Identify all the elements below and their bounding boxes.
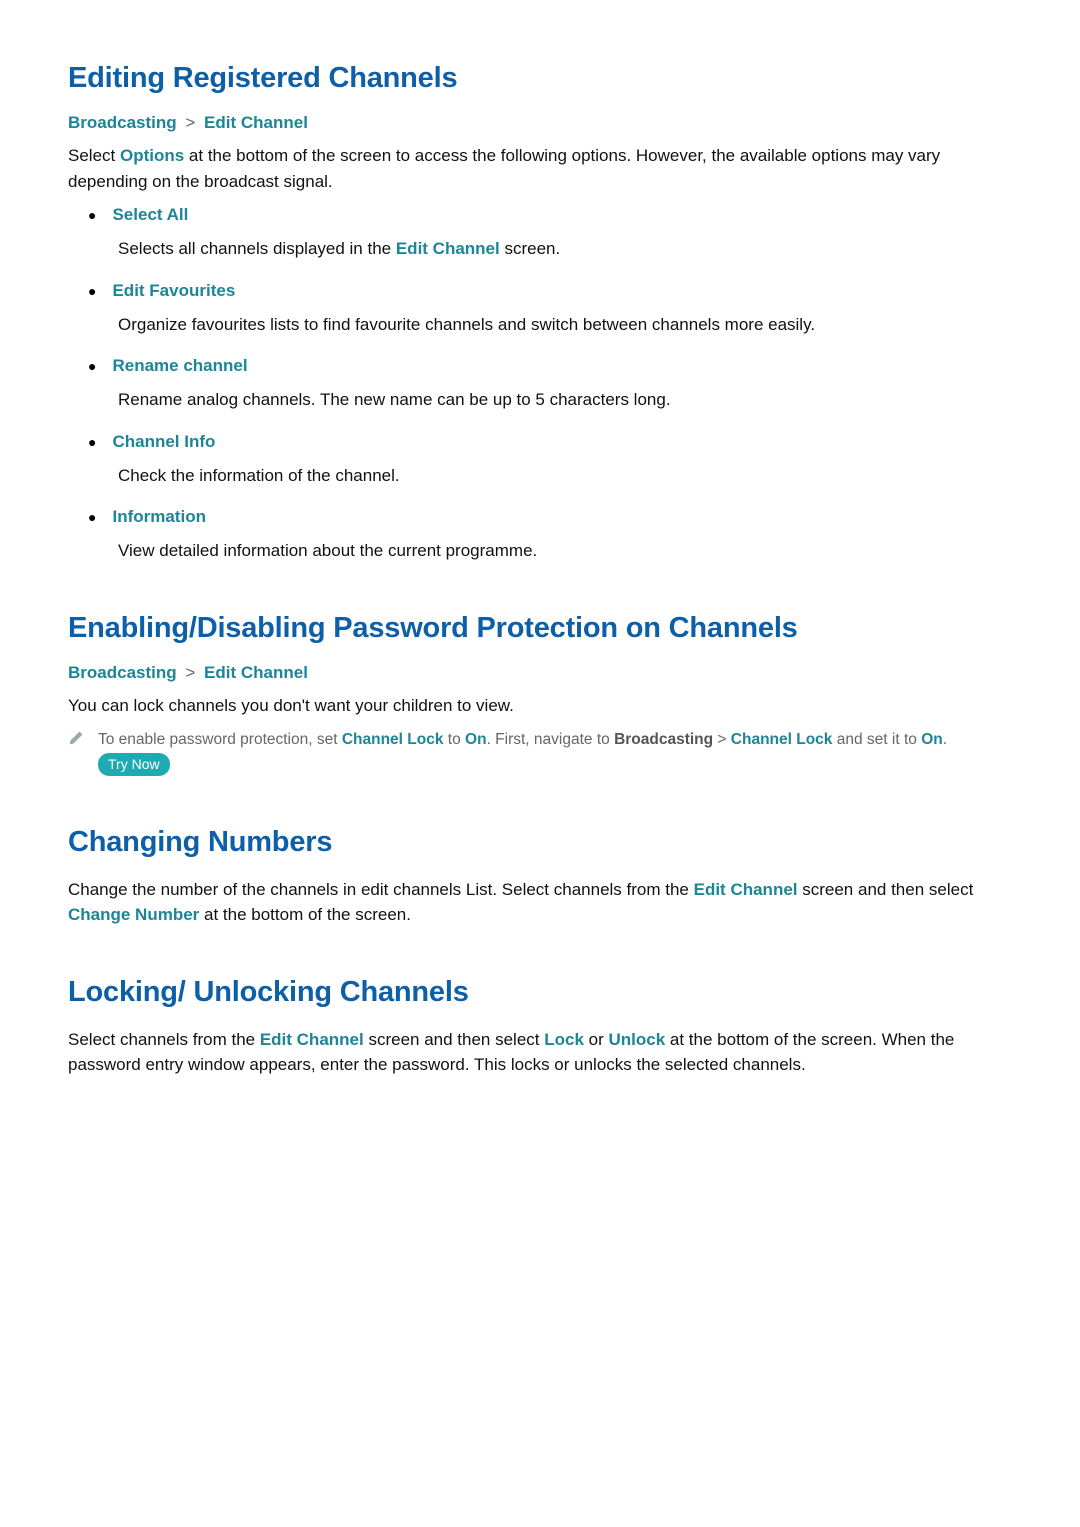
list-item: ● Rename channel Rename analog channels.… (88, 355, 1012, 413)
option-description: Check the information of the channel. (88, 463, 1012, 489)
note-text: To enable password protection, set Chann… (98, 728, 1012, 778)
option-description: Rename analog channels. The new name can… (88, 387, 1012, 413)
keyword-options: Options (120, 146, 184, 165)
bullet-icon: ● (88, 355, 96, 377)
list-item: ● Channel Info Check the information of … (88, 431, 1012, 489)
breadcrumb: Broadcasting > Edit Channel (68, 113, 1012, 133)
option-title: Select All (112, 205, 188, 225)
breadcrumb-item: Broadcasting (68, 113, 177, 132)
option-title: Channel Info (112, 432, 215, 452)
option-description: Organize favourites lists to find favour… (88, 312, 1012, 338)
section-password-protection: Enabling/Disabling Password Protection o… (68, 612, 1012, 778)
intro-text: Select Options at the bottom of the scre… (68, 143, 1012, 194)
list-item: ● Select All Selects all channels displa… (88, 204, 1012, 262)
option-title: Rename channel (112, 356, 247, 376)
option-description: Selects all channels displayed in the Ed… (88, 236, 1012, 262)
section-editing-registered-channels: Editing Registered Channels Broadcasting… (68, 62, 1012, 564)
bullet-icon: ● (88, 506, 96, 528)
chevron-right-icon: > (181, 663, 199, 682)
heading: Locking/ Unlocking Channels (68, 976, 1012, 1009)
bullet-icon: ● (88, 280, 96, 302)
breadcrumb-item: Edit Channel (204, 663, 308, 682)
intro-text: You can lock channels you don't want you… (68, 693, 1012, 719)
option-description: View detailed information about the curr… (88, 538, 1012, 564)
body-text: Select channels from the Edit Channel sc… (68, 1027, 1012, 1078)
list-item: ● Edit Favourites Organize favourites li… (88, 280, 1012, 338)
option-title: Edit Favourites (112, 281, 235, 301)
pencil-icon (68, 730, 84, 750)
heading: Editing Registered Channels (68, 62, 1012, 95)
heading: Changing Numbers (68, 826, 1012, 859)
option-title: Information (112, 507, 206, 527)
heading: Enabling/Disabling Password Protection o… (68, 612, 1012, 645)
bullet-icon: ● (88, 204, 96, 226)
bullet-icon: ● (88, 431, 96, 453)
options-list: ● Select All Selects all channels displa… (68, 204, 1012, 564)
breadcrumb-item: Broadcasting (68, 663, 177, 682)
breadcrumb-item: Edit Channel (204, 113, 308, 132)
try-now-button[interactable]: Try Now (98, 753, 170, 776)
chevron-right-icon: > (181, 113, 199, 132)
section-changing-numbers: Changing Numbers Change the number of th… (68, 826, 1012, 928)
breadcrumb: Broadcasting > Edit Channel (68, 663, 1012, 683)
section-locking-unlocking: Locking/ Unlocking Channels Select chann… (68, 976, 1012, 1078)
body-text: Change the number of the channels in edi… (68, 877, 1012, 928)
list-item: ● Information View detailed information … (88, 506, 1012, 564)
note: To enable password protection, set Chann… (68, 728, 1012, 778)
